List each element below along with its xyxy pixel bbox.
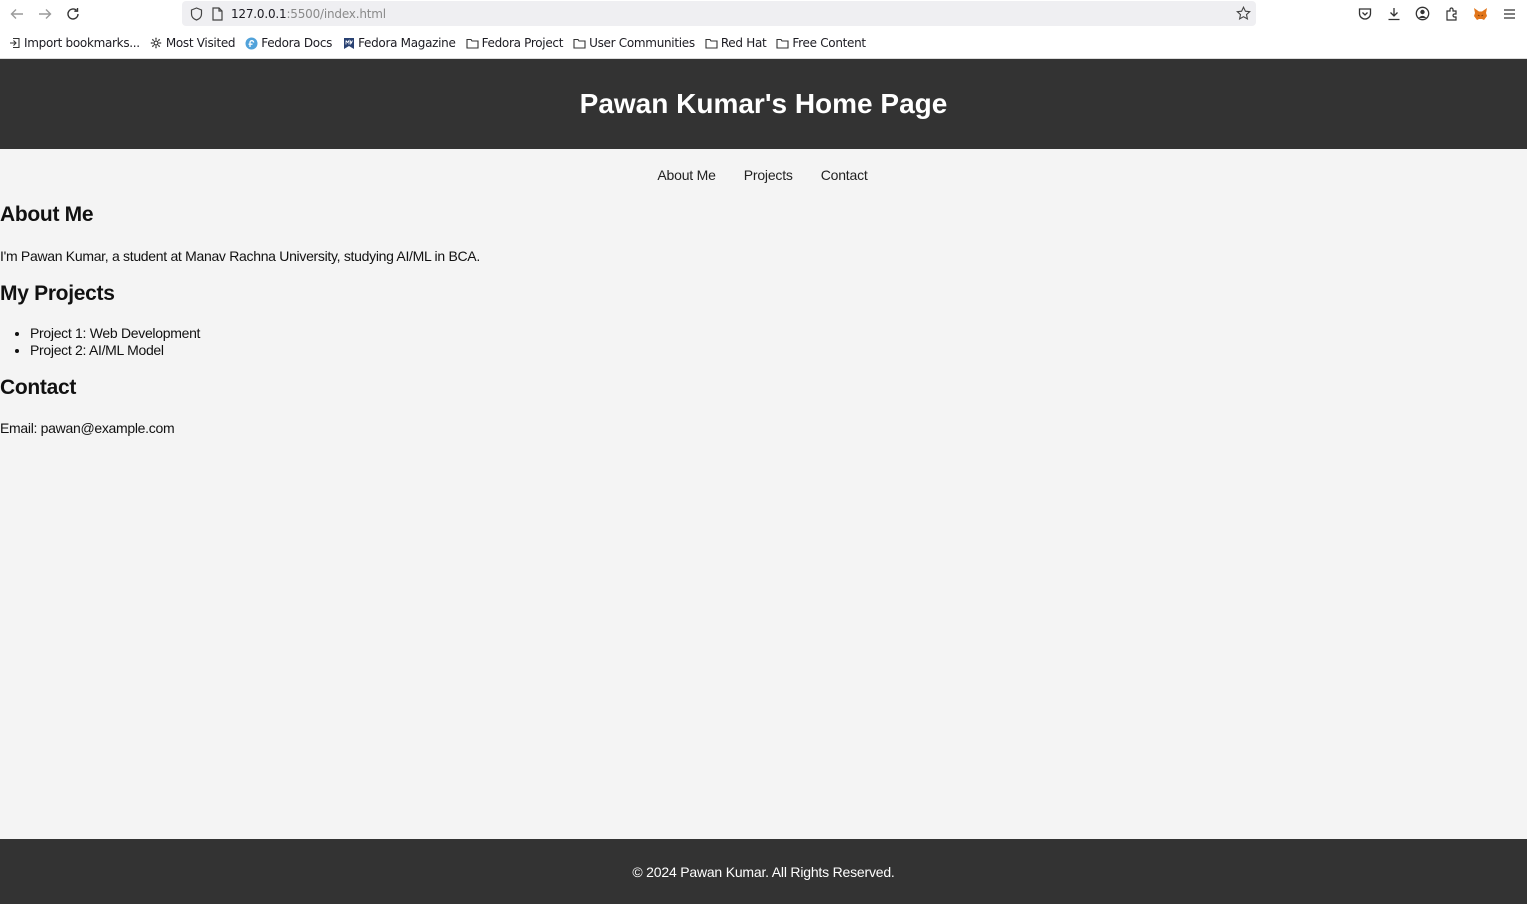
shield-icon[interactable]: [188, 6, 204, 22]
magazine-icon: [342, 37, 355, 50]
metamask-fox-icon[interactable]: [1469, 2, 1492, 25]
site-footer: © 2024 Pawan Kumar. All Rights Reserved.: [0, 839, 1527, 904]
page-title: Pawan Kumar's Home Page: [579, 88, 948, 119]
contact-section: Contact Email: pawan@example.com: [0, 376, 1527, 436]
browser-toolbar: 127.0.0.1:5500/index.html: [0, 0, 1527, 28]
about-section: About Me I'm Pawan Kumar, a student at M…: [0, 203, 1527, 264]
bookmark-label: Fedora Magazine: [358, 36, 456, 50]
contact-heading: Contact: [0, 376, 77, 399]
bookmark-label: Fedora Project: [481, 36, 564, 50]
bookmark-label: User Communities: [589, 36, 695, 50]
bookmarks-toolbar: Import bookmarks... Most Visited Fedora …: [0, 28, 1527, 59]
list-item: Project 2: AI/ML Model: [30, 342, 1527, 359]
page-icon[interactable]: [210, 6, 224, 22]
bookmark-fedora-project[interactable]: Fedora Project: [466, 36, 564, 50]
folder-icon: [466, 37, 479, 50]
bookmark-label: Most Visited: [165, 36, 236, 50]
bookmark-red-hat[interactable]: Red Hat: [705, 36, 767, 50]
extensions-icon[interactable]: [1440, 2, 1463, 25]
bookmark-star-icon[interactable]: [1234, 4, 1252, 22]
bookmark-free-content[interactable]: Free Content: [776, 36, 866, 50]
reload-button[interactable]: [59, 1, 87, 27]
copyright-text: © 2024 Pawan Kumar. All Rights Reserved.: [632, 863, 895, 880]
list-item: Project 1: Web Development: [30, 325, 1527, 342]
forward-button[interactable]: [31, 1, 59, 27]
toolbar-right-icons: [1353, 2, 1521, 25]
bookmark-label: Free Content: [792, 36, 866, 50]
url-path: :5500/index.html: [286, 6, 386, 21]
nav-link-projects[interactable]: Projects: [744, 167, 793, 183]
url-host: 127.0.0.1: [231, 6, 287, 21]
arrow-left-icon: [10, 9, 23, 19]
about-text: I'm Pawan Kumar, a student at Manav Rach…: [0, 248, 480, 264]
import-icon: [8, 37, 21, 50]
url-text[interactable]: 127.0.0.1:5500/index.html: [231, 7, 386, 21]
download-icon[interactable]: [1382, 2, 1405, 25]
fedora-icon: [245, 37, 258, 50]
reload-icon: [67, 8, 79, 20]
site-nav: About Me Projects Contact: [0, 149, 1527, 201]
account-icon[interactable]: [1411, 2, 1434, 25]
bookmark-label: Red Hat: [720, 36, 767, 50]
contact-email: Email: pawan@example.com: [0, 420, 175, 436]
folder-icon: [705, 37, 718, 50]
bookmark-label: Import bookmarks...: [24, 36, 140, 50]
bookmark-fedora-docs[interactable]: Fedora Docs: [245, 36, 332, 50]
main-content: About Me I'm Pawan Kumar, a student at M…: [0, 203, 1527, 436]
bookmark-user-communities[interactable]: User Communities: [573, 36, 695, 50]
bookmark-most-visited[interactable]: Most Visited: [150, 36, 236, 50]
back-button[interactable]: [3, 1, 31, 27]
bookmark-fedora-magazine[interactable]: Fedora Magazine: [342, 36, 456, 50]
folder-icon: [573, 37, 586, 50]
projects-section: My Projects Project 1: Web Development P…: [0, 282, 1527, 359]
menu-icon[interactable]: [1498, 2, 1521, 25]
bookmark-label: Fedora Docs: [261, 36, 333, 50]
url-bar[interactable]: 127.0.0.1:5500/index.html: [182, 1, 1256, 26]
site-header: Pawan Kumar's Home Page: [0, 59, 1527, 149]
folder-icon: [776, 37, 789, 50]
nav-link-contact[interactable]: Contact: [821, 167, 868, 183]
bookmark-import[interactable]: Import bookmarks...: [8, 36, 140, 50]
about-heading: About Me: [0, 203, 94, 226]
arrow-right-icon: [39, 9, 52, 19]
pocket-icon[interactable]: [1353, 2, 1376, 25]
nav-link-about[interactable]: About Me: [657, 167, 716, 183]
projects-heading: My Projects: [0, 282, 115, 305]
projects-list: Project 1: Web Development Project 2: AI…: [0, 325, 1527, 359]
gear-icon: [150, 37, 163, 50]
